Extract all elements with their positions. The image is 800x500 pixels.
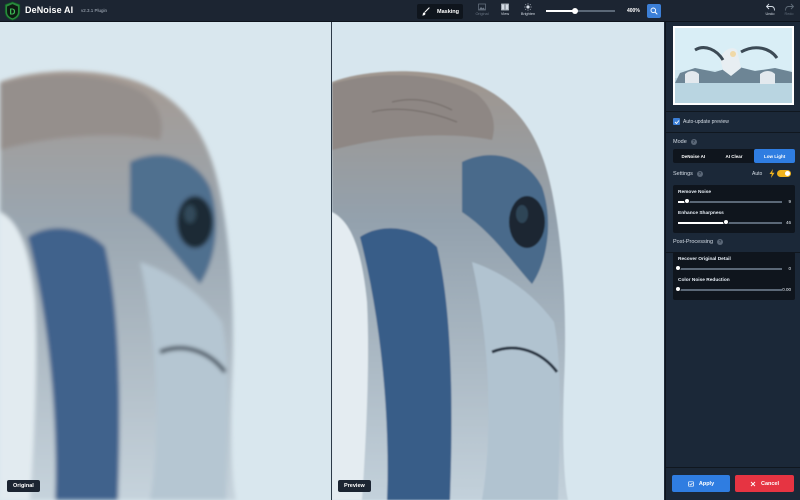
mode-section-title: Mode ? (673, 139, 697, 145)
view-tool-label: View (500, 12, 510, 16)
mode-title: Mode (673, 139, 687, 145)
remove-noise-value: 9 (788, 199, 791, 204)
auto-label: Auto (752, 171, 763, 177)
recover-detail-thumb[interactable] (675, 265, 681, 271)
top-bar: D DeNoise AI v2.3.1 Plugin Masking Origi… (0, 0, 800, 22)
apply-button[interactable]: Apply (672, 475, 730, 492)
settings-card: Remove Noise 9 Enhance Sharpness 46 (673, 185, 795, 233)
thumbnail-photo (675, 28, 792, 103)
redo-button[interactable]: Redo (781, 3, 797, 16)
enhance-sharpness-slider[interactable] (678, 222, 782, 224)
original-label: Original (7, 480, 40, 492)
split-view-icon (501, 3, 509, 11)
separator (666, 111, 800, 112)
apply-icon (688, 480, 694, 487)
svg-text:D: D (10, 8, 16, 17)
separator (666, 467, 800, 468)
original-tool-button[interactable]: Original (472, 3, 492, 20)
remove-noise-label: Remove Noise (678, 190, 712, 195)
apply-label: Apply (698, 480, 715, 487)
magnifier-icon (650, 7, 658, 15)
settings-sidebar: Auto-update preview Mode ? DeNoise AI AI… (665, 22, 800, 500)
recover-detail-label: Recover Original Detail (678, 257, 731, 262)
recover-detail-value: 0 (788, 266, 791, 271)
enhance-sharpness-label: Enhance Sharpness (678, 211, 724, 216)
settings-title: Settings (673, 171, 693, 177)
post-processing-section-title: Post-Processing ? (673, 239, 724, 245)
color-noise-thumb[interactable] (675, 286, 681, 292)
color-noise-label: Color Noise Reduction (678, 278, 730, 283)
close-icon (750, 481, 756, 486)
slider-fill (678, 222, 726, 224)
auto-update-checkbox[interactable] (673, 118, 680, 125)
masking-label: Masking (437, 8, 460, 15)
brighten-tool-button[interactable]: Brighten (518, 3, 538, 20)
undo-button[interactable]: Undo (762, 3, 778, 16)
auto-toggle[interactable] (777, 170, 791, 177)
help-icon[interactable]: ? (696, 171, 703, 177)
original-photo (0, 22, 331, 500)
enhance-sharpness-value: 46 (785, 220, 791, 225)
brighten-tool-label: Brighten (520, 12, 536, 16)
mode-denoise-ai-button[interactable]: DeNoise AI (673, 149, 714, 163)
toggle-knob (785, 171, 790, 176)
view-tool-button[interactable]: View (495, 3, 515, 20)
topaz-logo-icon: D (4, 1, 21, 21)
separator (666, 132, 800, 133)
denoise-app: D DeNoise AI v2.3.1 Plugin Masking Origi… (0, 0, 800, 500)
post-processing-card: Recover Original Detail 0 Color Noise Re… (673, 252, 795, 300)
help-icon[interactable]: ? (717, 239, 724, 245)
mode-selector: DeNoise AI AI Clear Low Light (673, 149, 796, 163)
help-icon[interactable]: ? (690, 139, 697, 145)
remove-noise-thumb[interactable] (684, 198, 691, 204)
image-icon (478, 3, 486, 11)
redo-label: Redo (784, 12, 794, 16)
post-processing-title: Post-Processing (673, 239, 714, 245)
undo-label: Undo (765, 12, 775, 16)
original-tool-label: Original (475, 12, 489, 16)
zoom-button[interactable] (647, 4, 661, 18)
app-title: DeNoise AI (25, 5, 74, 15)
zoom-slider-thumb[interactable] (572, 8, 578, 14)
original-image-pane[interactable]: Original (0, 22, 331, 500)
remove-noise-slider[interactable] (678, 201, 782, 203)
redo-arrow-icon (784, 3, 794, 11)
color-noise-value: 0.00 (782, 287, 791, 292)
zoom-slider[interactable] (546, 10, 615, 12)
undo-arrow-icon (765, 3, 775, 11)
checkmark-icon (674, 119, 679, 124)
masking-button[interactable]: Masking (417, 4, 463, 19)
preview-photo (332, 22, 664, 500)
recover-detail-slider[interactable] (678, 268, 782, 270)
mode-ai-clear-button[interactable]: AI Clear (714, 149, 755, 163)
settings-section-title: Settings ? (673, 171, 703, 177)
mode-low-light-button[interactable]: Low Light (754, 149, 796, 163)
navigator-thumbnail[interactable] (673, 26, 794, 105)
preview-label: Preview (338, 480, 371, 492)
lightning-bolt-icon (769, 169, 775, 178)
brush-icon (421, 7, 430, 16)
zoom-value: 400% (627, 8, 640, 14)
color-noise-slider[interactable] (678, 289, 782, 291)
preview-image-pane[interactable]: Preview (332, 22, 664, 500)
app-version: v2.3.1 Plugin (81, 8, 108, 13)
sun-icon (524, 3, 532, 11)
auto-update-label: Auto-update preview (683, 119, 729, 125)
cancel-button[interactable]: Cancel (735, 475, 794, 492)
zoom-slider-fill (546, 10, 574, 12)
cancel-label: Cancel (760, 480, 780, 487)
enhance-sharpness-thumb[interactable] (722, 219, 729, 225)
